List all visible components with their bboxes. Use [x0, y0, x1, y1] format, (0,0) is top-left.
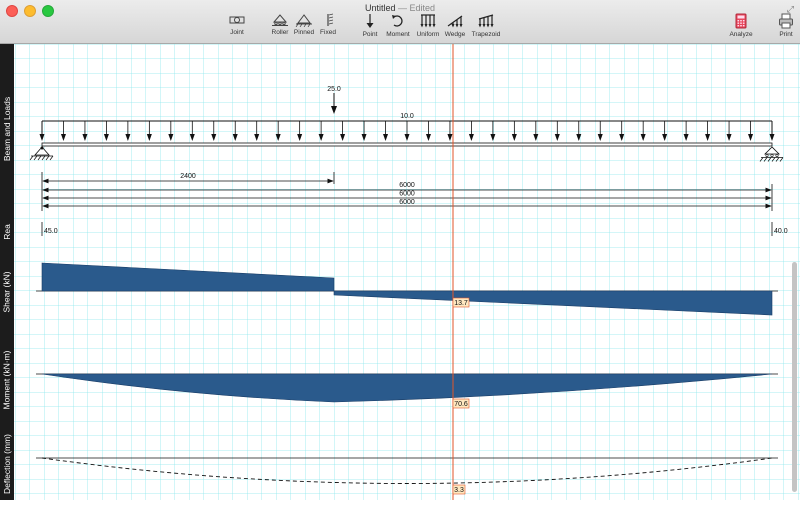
- wedge-load-icon: [447, 15, 463, 28]
- print-label: Print: [779, 31, 793, 38]
- title-bar: Untitled — Edited ⤢ Joint Roller Pinned …: [0, 0, 800, 44]
- point-load-tool-button[interactable]: Point: [359, 13, 381, 41]
- point-load-icon: [366, 14, 374, 28]
- svg-text:13.7: 13.7: [454, 300, 468, 307]
- roller-label: Roller: [271, 29, 289, 36]
- analyze-button[interactable]: Analyze: [726, 13, 756, 41]
- uniform-load-tool-button[interactable]: Uniform: [414, 13, 442, 41]
- pinned-tool-button[interactable]: Pinned: [292, 13, 316, 41]
- trapezoid-load-icon: [478, 14, 494, 28]
- dimension-label-6000-b: 6000: [399, 191, 415, 198]
- left-reaction-value: 45.0: [44, 228, 58, 235]
- moment-load-icon: [392, 15, 403, 27]
- edited-status: — Edited: [398, 3, 436, 13]
- calculator-icon: [735, 13, 747, 29]
- section-shear: Shear (kN): [2, 271, 12, 313]
- moment-label: Moment: [386, 31, 410, 38]
- document-name: Untitled: [364, 3, 396, 13]
- section-sidebar: Beam and Loads Rea Shear (kN) Moment (kN…: [0, 44, 14, 500]
- dimension-label-6000-a: 6000: [399, 182, 415, 189]
- uniform-load[interactable]: [39, 120, 775, 141]
- trapezoid-label: Trapezoid: [471, 31, 501, 38]
- svg-text:70.6: 70.6: [454, 401, 468, 408]
- wedge-load-tool-button[interactable]: Wedge: [442, 13, 468, 41]
- vertical-scrollbar[interactable]: [792, 262, 797, 492]
- fixed-label: Fixed: [320, 29, 336, 36]
- point-load-value: 25.0: [327, 86, 341, 93]
- svg-text:3.3: 3.3: [454, 487, 464, 494]
- point-label: Point: [362, 31, 378, 38]
- joint-tool-button[interactable]: Joint: [224, 13, 250, 41]
- trapezoid-load-tool-button[interactable]: Trapezoid: [468, 13, 504, 41]
- roller-tool-button[interactable]: Roller: [266, 13, 294, 41]
- right-reaction-value: 40.0: [774, 228, 788, 235]
- fixed-tool-button[interactable]: Fixed: [317, 13, 339, 41]
- deflection-readout: 3.3: [452, 484, 466, 495]
- moment-load-tool-button[interactable]: Moment: [383, 13, 413, 41]
- pinned-support-icon: [295, 14, 312, 27]
- section-deflection: Deflection (mm): [2, 434, 13, 494]
- fixed-support-icon: [327, 13, 334, 26]
- printer-icon: [779, 13, 793, 29]
- section-moment: Moment (kN·m): [2, 350, 12, 410]
- beam-drawing: 25.0 10.0 2400 6000 6000 6000 45.0 40.0 …: [14, 44, 800, 500]
- pinned-label: Pinned: [293, 29, 315, 36]
- section-reactions: Rea: [2, 224, 12, 240]
- uniform-load-icon: [420, 14, 436, 28]
- beam-canvas[interactable]: 25.0 10.0 2400 6000 6000 6000 45.0 40.0 …: [14, 44, 800, 500]
- joint-label: Joint: [230, 29, 244, 36]
- analyze-label: Analyze: [729, 31, 753, 38]
- section-beam-and-loads: Beam and Loads: [2, 96, 12, 162]
- dimension-label-6000-c: 6000: [399, 199, 415, 206]
- uniform-load-value: 10.0: [400, 113, 414, 120]
- dimension-label-2400: 2400: [180, 173, 196, 180]
- print-button[interactable]: Print: [774, 13, 798, 41]
- shear-readout: 13.7: [452, 297, 470, 308]
- uniform-label: Uniform: [416, 31, 440, 38]
- window-title: Untitled — Edited: [0, 3, 800, 13]
- roller-support-icon: [272, 14, 288, 26]
- joint-icon: [229, 16, 245, 24]
- wedge-label: Wedge: [444, 31, 466, 38]
- beam[interactable]: [41, 142, 773, 147]
- moment-readout: 70.6: [452, 398, 470, 409]
